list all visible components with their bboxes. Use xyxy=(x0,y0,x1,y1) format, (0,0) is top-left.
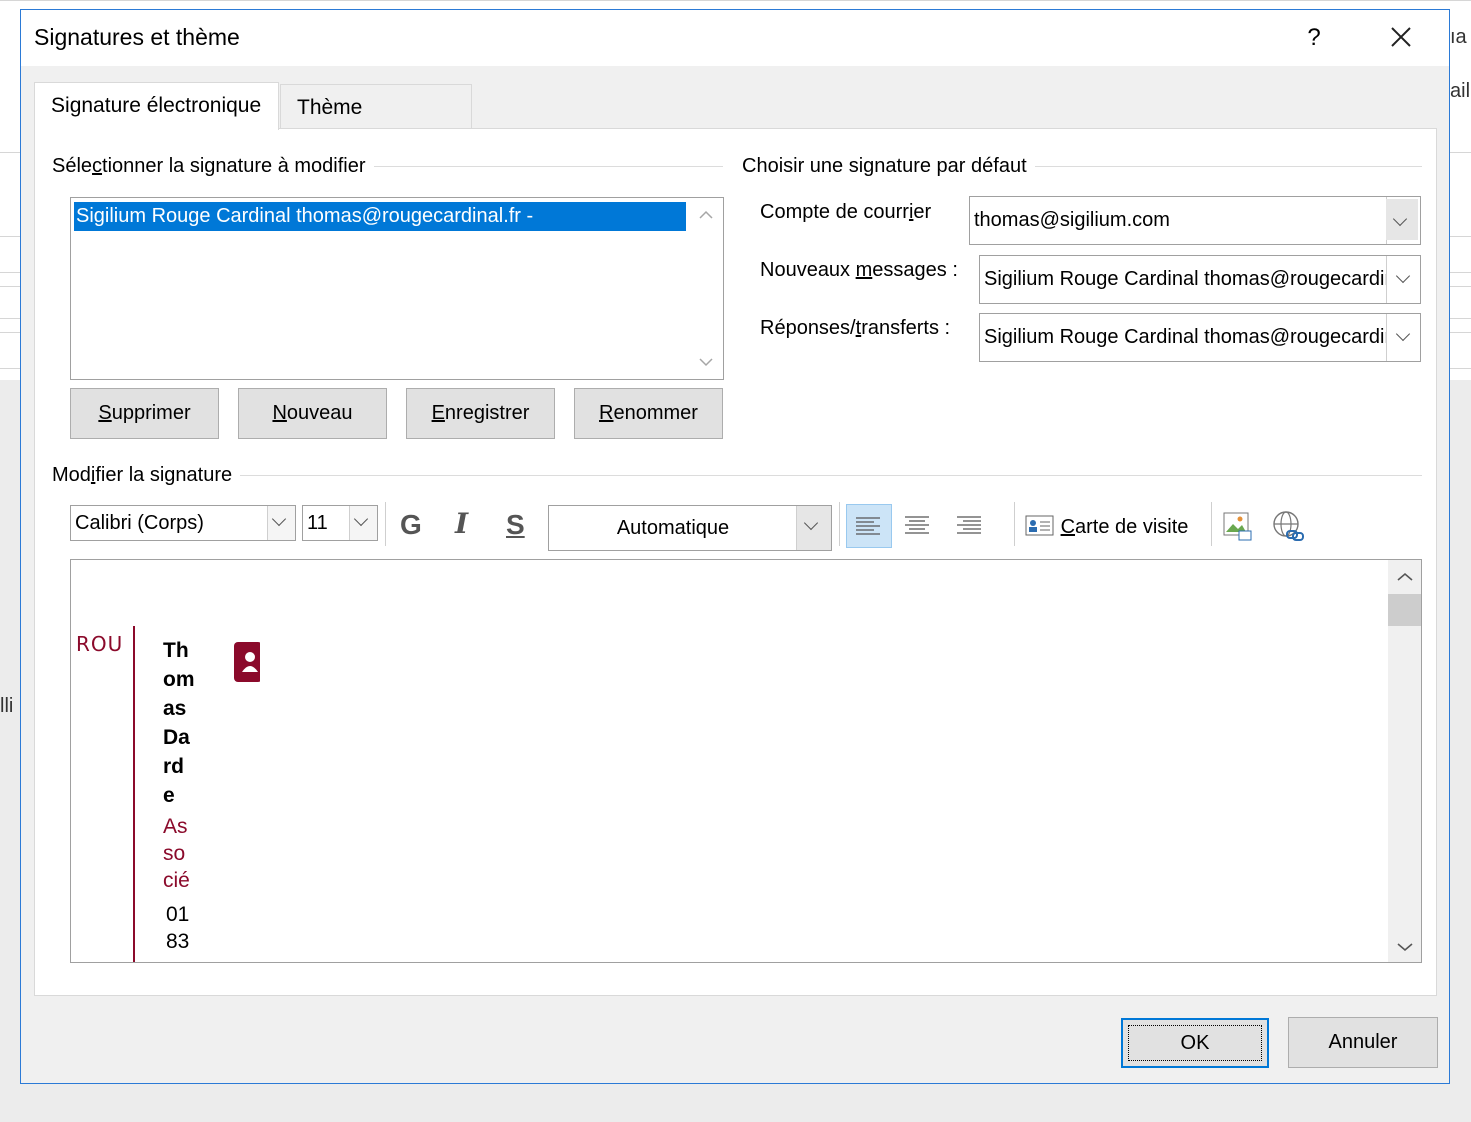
tab-panel: Sélectionner la signature à modifier Cho… xyxy=(34,128,1437,996)
close-icon xyxy=(1391,27,1411,47)
replies-label: Réponses/transferts : xyxy=(760,317,951,339)
align-center-button[interactable] xyxy=(897,504,943,548)
company-logo: ROU xyxy=(76,634,123,656)
scroll-thumb[interactable] xyxy=(1388,594,1421,626)
title-bar: Signatures et thème ? xyxy=(21,10,1449,66)
chevron-down-icon xyxy=(803,515,819,531)
align-center-icon xyxy=(905,516,929,534)
editor-scrollbar[interactable] xyxy=(1388,560,1421,962)
account-value: thomas@sigilium.com xyxy=(974,209,1170,231)
signature-role: As so cié xyxy=(163,815,190,892)
underline-button[interactable]: S xyxy=(506,509,525,541)
globe-link-icon xyxy=(1273,511,1304,541)
account-select[interactable]: thomas@sigilium.com xyxy=(969,196,1421,245)
new-messages-select[interactable]: Sigilium Rouge Cardinal thomas@rougecard… xyxy=(979,255,1421,304)
tab-signature-electronique[interactable]: Signature électronique xyxy=(34,82,279,130)
align-right-button[interactable] xyxy=(949,504,995,548)
dropdown-button[interactable] xyxy=(796,506,831,550)
list-item[interactable]: Sigilium Rouge Cardinal thomas@rougecard… xyxy=(74,202,686,231)
dropdown-button[interactable] xyxy=(349,506,377,540)
align-left-icon xyxy=(856,517,880,535)
replies-value: Sigilium Rouge Cardinal thomas@rougecard… xyxy=(984,326,1421,348)
bold-button[interactable]: G xyxy=(400,509,422,541)
new-messages-value: Sigilium Rouge Cardinal thomas@rougecard… xyxy=(984,268,1421,290)
edit-signature-title: Modifier la signature xyxy=(52,464,241,487)
toolbar-separator xyxy=(1211,502,1212,546)
font-size-select[interactable]: 11 xyxy=(302,505,378,541)
group-divider xyxy=(53,475,1422,476)
align-left-button[interactable] xyxy=(846,504,892,548)
chevron-down-icon xyxy=(271,511,287,527)
signature-phone: 01 83 xyxy=(166,903,190,953)
help-icon: ? xyxy=(1307,24,1321,51)
dropdown-button[interactable] xyxy=(267,506,295,540)
business-card-icon xyxy=(1025,515,1054,536)
cancel-label: Annuler xyxy=(1328,1031,1398,1053)
tab-label-accel: g xyxy=(69,94,82,117)
new-button[interactable]: Nouveau xyxy=(238,388,387,439)
font-select[interactable]: Calibri (Corps) xyxy=(70,505,296,541)
focus-rect xyxy=(1128,1025,1262,1061)
insert-picture-button[interactable] xyxy=(1221,509,1257,545)
chevron-down-icon xyxy=(1395,268,1411,284)
picture-icon xyxy=(1223,512,1252,541)
list-scrollbar[interactable] xyxy=(687,198,723,379)
business-card-button[interactable]: Carte de visite xyxy=(1025,507,1188,547)
signature-divider xyxy=(133,626,135,962)
bg-text-fragment: ail xyxy=(1450,80,1471,102)
save-button[interactable]: Enregistrer xyxy=(406,388,555,439)
dialog-title: Signatures et thème xyxy=(34,24,240,50)
font-value: Calibri (Corps) xyxy=(75,512,204,534)
contact-card-icon xyxy=(234,642,262,682)
tab-theme-personnel[interactable]: Thème personnel xyxy=(280,84,472,165)
align-right-icon xyxy=(957,516,981,534)
new-messages-label: Nouveaux messages : xyxy=(760,259,958,281)
color-value: Automatique xyxy=(616,517,730,539)
dropdown-button[interactable] xyxy=(1386,256,1420,303)
chevron-down-icon xyxy=(1392,211,1408,227)
default-signature-title: Choisir une signature par défaut xyxy=(742,155,1035,178)
signature-list[interactable]: Sigilium Rouge Cardinal thomas@rougecard… xyxy=(70,197,724,380)
replies-select[interactable]: Sigilium Rouge Cardinal thomas@rougecard… xyxy=(979,313,1421,362)
signature-editor[interactable]: ROU Th om as Da rd e As so cié 01 83 xyxy=(70,559,1422,963)
delete-button[interactable]: Supprimer xyxy=(70,388,219,439)
close-button[interactable] xyxy=(1381,20,1421,56)
select-signature-title: Sélectionner la signature à modifier xyxy=(52,155,374,178)
font-size-value: 11 xyxy=(307,512,328,534)
bg-rule xyxy=(0,0,1471,1)
ok-button[interactable]: OK xyxy=(1121,1018,1269,1068)
tab-label: nature électronique xyxy=(81,94,262,117)
bg-text-fragment: lli xyxy=(0,695,14,717)
bg-text-fragment: ıa xyxy=(1450,26,1467,48)
scroll-down-icon[interactable] xyxy=(699,357,713,367)
signature-name: Th om as Da rd e xyxy=(163,639,195,807)
chevron-down-icon xyxy=(1395,326,1411,342)
signatures-dialog: Signatures et thème ? Signature électron… xyxy=(20,9,1450,1084)
italic-button[interactable]: I xyxy=(455,507,468,540)
account-label: Compte de courrier xyxy=(760,201,932,223)
svg-text:ROU: ROU xyxy=(76,634,123,656)
color-select[interactable]: Automatique xyxy=(548,505,832,551)
dropdown-button[interactable] xyxy=(1386,314,1420,361)
scroll-up-icon[interactable] xyxy=(699,210,713,220)
toolbar-separator xyxy=(839,502,840,546)
scroll-down-icon[interactable] xyxy=(1397,942,1413,952)
scroll-up-icon[interactable] xyxy=(1397,572,1413,582)
tab-label: Si xyxy=(51,94,70,117)
chevron-down-icon xyxy=(353,511,369,527)
cancel-button[interactable]: Annuler xyxy=(1288,1017,1438,1068)
toolbar-separator xyxy=(1014,502,1015,546)
rename-button[interactable]: Renommer xyxy=(574,388,723,439)
toolbar-separator xyxy=(385,502,386,546)
help-button[interactable]: ? xyxy=(1299,20,1329,56)
dropdown-button[interactable] xyxy=(1386,197,1420,244)
insert-link-button[interactable] xyxy=(1271,509,1307,545)
